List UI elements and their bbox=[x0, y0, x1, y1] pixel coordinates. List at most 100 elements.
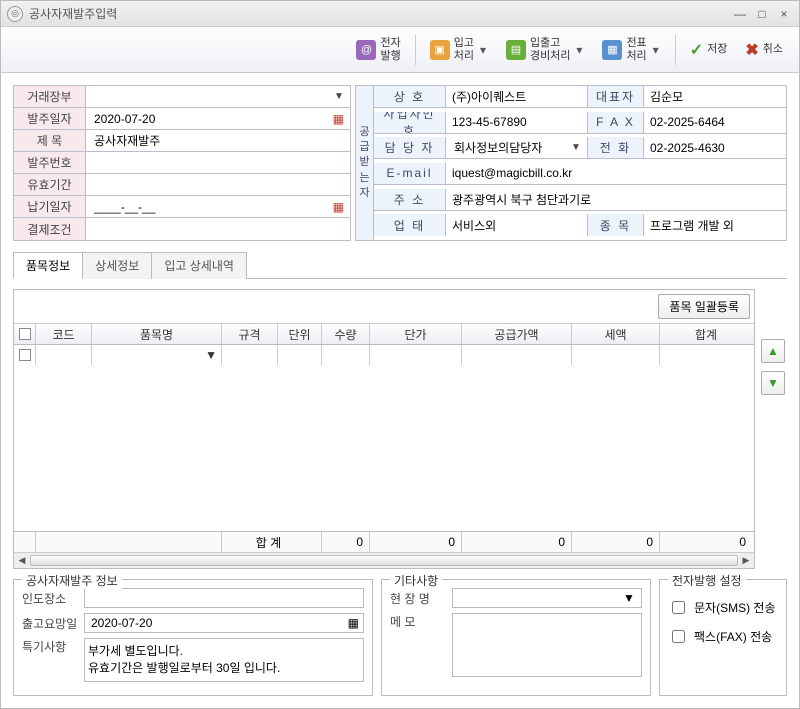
pay-cond-field[interactable] bbox=[86, 218, 350, 240]
check-icon: ✓ bbox=[690, 40, 703, 60]
rep-label: 대표자 bbox=[588, 86, 644, 108]
calendar-icon[interactable]: ▦ bbox=[333, 200, 344, 214]
fax-checkbox[interactable]: 팩스(FAX) 전송 bbox=[668, 627, 778, 646]
elec-issue-button[interactable]: @ 전자발행 bbox=[350, 33, 406, 65]
slip-process-label: 전표처리 bbox=[626, 37, 646, 61]
order-date-field[interactable]: ▦ bbox=[86, 108, 350, 130]
table-footer: 합 계 0 0 0 0 0 bbox=[14, 531, 754, 552]
deliv-loc-field[interactable] bbox=[84, 588, 364, 608]
move-up-button[interactable]: ▲ bbox=[761, 339, 785, 363]
dropdown-icon[interactable]: ▼ bbox=[334, 91, 344, 102]
bulk-register-button[interactable]: 품목 일괄등록 bbox=[658, 294, 750, 319]
ledger-field[interactable]: ▼ bbox=[86, 86, 350, 108]
close-button[interactable]: × bbox=[775, 6, 793, 22]
special-field[interactable] bbox=[84, 638, 364, 682]
calendar-icon[interactable]: ▦ bbox=[333, 112, 344, 126]
dropdown-icon[interactable]: ▼ bbox=[205, 348, 217, 362]
inout-process-label: 입출고경비처리 bbox=[530, 37, 570, 61]
ship-req-field[interactable]: ▦ bbox=[84, 613, 364, 633]
dropdown-icon[interactable]: ▼ bbox=[571, 142, 581, 153]
contact-label: 담 당 자 bbox=[374, 137, 446, 159]
memo-field[interactable] bbox=[452, 613, 642, 677]
dropdown-icon[interactable]: ▼ bbox=[623, 591, 635, 605]
row-checkbox[interactable] bbox=[19, 349, 31, 361]
tab-bar: 품목정보 상세정보 입고 상세내역 bbox=[13, 251, 787, 279]
minimize-button[interactable]: — bbox=[731, 6, 749, 22]
dropdown-icon[interactable]: ▾ bbox=[574, 43, 584, 57]
addr-label: 주 소 bbox=[374, 189, 446, 211]
etc-fieldset: 기타사항 현 장 명 ▼ 메 모 bbox=[381, 579, 651, 696]
fs1-legend: 공사자재발주 정보 bbox=[22, 572, 122, 589]
tel-label: 전 화 bbox=[588, 137, 644, 159]
supplier-panel: 공급받는자 상 호 (주)아이퀘스트 대표자 김순모 사업자번호 123-45-… bbox=[355, 85, 787, 241]
scroll-left-icon[interactable]: ◀ bbox=[14, 553, 30, 568]
email-value: iquest@magicbill.co.kr bbox=[446, 163, 786, 185]
table-header: 코드 품목명 규격 단위 수량 단가 공급가액 세액 합계 bbox=[14, 324, 754, 345]
bottom-panels: 공사자재발주 정보 인도장소 출고요망일 ▦ 특기사항 기타사항 현 장 명 bbox=[13, 579, 787, 696]
order-detail-fieldset: 공사자재발주 정보 인도장소 출고요망일 ▦ 특기사항 bbox=[13, 579, 373, 696]
valid-label: 유효기간 bbox=[14, 174, 86, 196]
dropdown-icon[interactable]: ▾ bbox=[651, 43, 661, 57]
fax-label: F A X bbox=[588, 112, 644, 134]
special-label: 특기사항 bbox=[22, 638, 78, 655]
title-label: 제 목 bbox=[14, 130, 86, 152]
rep-value: 김순모 bbox=[644, 86, 786, 108]
fax-label: 팩스(FAX) 전송 bbox=[694, 628, 772, 645]
header-panels: 거래장부 ▼ 발주일자 ▦ 제 목 발주번호 유효기간 납기일자 ▦ 결제조건 bbox=[13, 85, 787, 241]
app-icon: ◎ bbox=[7, 6, 23, 22]
footer-total: 0 bbox=[660, 532, 752, 552]
cell-code[interactable] bbox=[36, 345, 92, 365]
biztype-label: 업 태 bbox=[374, 214, 446, 236]
site-field[interactable]: ▼ bbox=[452, 588, 642, 608]
cancel-label: 취소 bbox=[763, 43, 783, 55]
order-date-label: 발주일자 bbox=[14, 108, 86, 130]
header-name: 품목명 bbox=[92, 324, 222, 344]
cell-name[interactable]: ▼ bbox=[92, 345, 222, 365]
window-title: 공사자재발주입력 bbox=[29, 5, 727, 22]
in-process-button[interactable]: ▣ 입고처리 ▾ bbox=[424, 33, 494, 65]
supplier-vertical-label: 공급받는자 bbox=[356, 86, 374, 240]
valid-field[interactable] bbox=[86, 174, 350, 196]
header-price: 단가 bbox=[370, 324, 462, 344]
reorder-buttons: ▲ ▼ bbox=[759, 289, 787, 569]
header-total: 합계 bbox=[660, 324, 752, 344]
content: 거래장부 ▼ 발주일자 ▦ 제 목 발주번호 유효기간 납기일자 ▦ 결제조건 bbox=[1, 73, 799, 708]
order-no-field[interactable] bbox=[86, 152, 350, 174]
dropdown-icon[interactable]: ▾ bbox=[478, 43, 488, 57]
horizontal-scrollbar[interactable]: ◀ ▶ bbox=[14, 552, 754, 568]
contact-field[interactable]: ▼ bbox=[446, 137, 588, 159]
tab-inbound-detail[interactable]: 입고 상세내역 bbox=[151, 252, 247, 279]
ledger-label: 거래장부 bbox=[14, 86, 86, 108]
tab-item-info[interactable]: 품목정보 bbox=[13, 252, 83, 279]
save-button[interactable]: ✓ 저장 bbox=[684, 36, 734, 64]
footer-qty: 0 bbox=[322, 532, 370, 552]
deliv-loc-label: 인도장소 bbox=[22, 590, 78, 607]
tab-detail-info[interactable]: 상세정보 bbox=[82, 252, 152, 279]
toolbar: @ 전자발행 ▣ 입고처리 ▾ ▤ 입출고경비처리 ▾ ▦ 전표처리 ▾ ✓ 저… bbox=[1, 27, 799, 73]
move-down-button[interactable]: ▼ bbox=[761, 371, 785, 395]
biztype-value: 서비스외 bbox=[446, 214, 588, 236]
table-body: ▼ bbox=[14, 345, 754, 531]
slip-process-button[interactable]: ▦ 전표처리 ▾ bbox=[596, 33, 666, 65]
header-unit: 단위 bbox=[278, 324, 322, 344]
scroll-thumb[interactable] bbox=[30, 555, 738, 566]
save-label: 저장 bbox=[707, 43, 727, 55]
header-checkbox[interactable] bbox=[14, 324, 36, 344]
table-row[interactable]: ▼ bbox=[14, 345, 754, 365]
cancel-button[interactable]: ✖ 취소 bbox=[739, 36, 789, 64]
fs3-legend: 전자발행 설정 bbox=[668, 572, 746, 589]
item-label: 종 목 bbox=[588, 214, 644, 236]
fs2-legend: 기타사항 bbox=[390, 572, 442, 589]
inbox-icon: ▣ bbox=[430, 40, 450, 60]
items-section: 품목 일괄등록 코드 품목명 규격 단위 수량 단가 공급가액 세액 합계 bbox=[13, 289, 787, 569]
maximize-button[interactable]: □ bbox=[753, 6, 771, 22]
sms-checkbox[interactable]: 문자(SMS) 전송 bbox=[668, 598, 778, 617]
elec-issue-fieldset: 전자발행 설정 문자(SMS) 전송 팩스(FAX) 전송 bbox=[659, 579, 787, 696]
calendar-icon[interactable]: ▦ bbox=[348, 616, 359, 630]
scroll-right-icon[interactable]: ▶ bbox=[738, 553, 754, 568]
inout-process-button[interactable]: ▤ 입출고경비처리 ▾ bbox=[500, 33, 590, 65]
delivery-date-field[interactable]: ▦ bbox=[86, 196, 350, 218]
title-field[interactable] bbox=[86, 130, 350, 152]
item-value: 프로그램 개발 외 bbox=[644, 214, 786, 236]
header-spec: 규격 bbox=[222, 324, 278, 344]
